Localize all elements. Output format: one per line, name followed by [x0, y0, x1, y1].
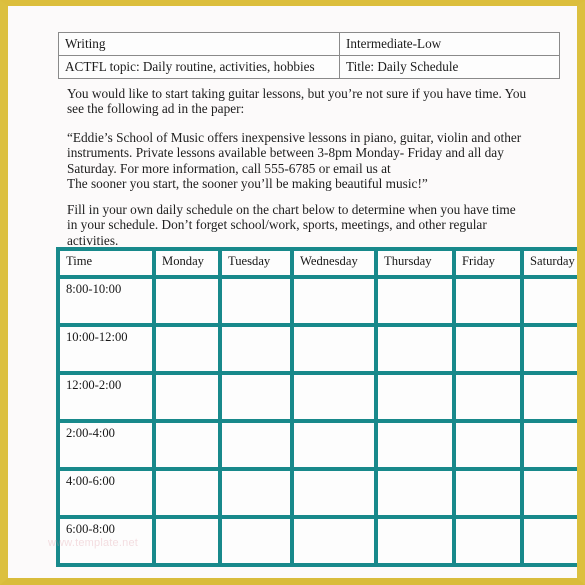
schedule-cell[interactable]: [156, 519, 222, 567]
page-frame: Writing Intermediate-Low ACTFL topic: Da…: [0, 0, 585, 585]
schedule-cell[interactable]: [456, 519, 524, 567]
schedule-cell[interactable]: [456, 327, 524, 375]
column-header-thursday: Thursday: [378, 247, 456, 279]
schedule-cell[interactable]: [524, 519, 577, 567]
schedule-cell[interactable]: [156, 423, 222, 471]
schedule-cell[interactable]: [222, 375, 294, 423]
schedule-cell[interactable]: [378, 423, 456, 471]
time-slot-label: 4:00-6:00: [56, 471, 156, 519]
weekly-schedule-table[interactable]: Time Monday Tuesday Wednesday Thursday F…: [56, 247, 577, 567]
schedule-cell[interactable]: [294, 375, 378, 423]
table-row: ACTFL topic: Daily routine, activities, …: [58, 55, 560, 79]
schedule-cell[interactable]: [156, 471, 222, 519]
schedule-cell[interactable]: [294, 471, 378, 519]
document-sheet: Writing Intermediate-Low ACTFL topic: Da…: [8, 6, 577, 578]
schedule-cell[interactable]: [524, 279, 577, 327]
schedule-cell[interactable]: [294, 423, 378, 471]
column-header-tuesday: Tuesday: [222, 247, 294, 279]
column-header-monday: Monday: [156, 247, 222, 279]
table-row: Writing Intermediate-Low: [58, 32, 560, 56]
schedule-cell[interactable]: [524, 471, 577, 519]
schedule-cell[interactable]: [222, 279, 294, 327]
table-row: 12:00-2:00: [56, 375, 577, 423]
schedule-cell[interactable]: [456, 375, 524, 423]
schedule-cell[interactable]: [378, 279, 456, 327]
schedule-cell[interactable]: [378, 327, 456, 375]
intro-paragraph: You would like to start taking guitar le…: [67, 86, 527, 117]
schedule-cell[interactable]: [222, 327, 294, 375]
table-row: 4:00-6:00: [56, 471, 577, 519]
schedule-cell[interactable]: [222, 519, 294, 567]
schedule-cell[interactable]: [156, 327, 222, 375]
schedule-cell[interactable]: [524, 375, 577, 423]
table-row: 10:00-12:00: [56, 327, 577, 375]
table-row: 6:00-8:00: [56, 519, 577, 567]
schedule-cell[interactable]: [222, 471, 294, 519]
schedule-cell[interactable]: [294, 327, 378, 375]
column-header-wednesday: Wednesday: [294, 247, 378, 279]
schedule-cell[interactable]: [456, 471, 524, 519]
table-row: 8:00-10:00: [56, 279, 577, 327]
table-row: 2:00-4:00: [56, 423, 577, 471]
schedule-header-row: Time Monday Tuesday Wednesday Thursday F…: [56, 247, 577, 279]
time-slot-label: 12:00-2:00: [56, 375, 156, 423]
schedule-cell[interactable]: [524, 423, 577, 471]
schedule-cell[interactable]: [294, 279, 378, 327]
schedule-cell[interactable]: [222, 423, 294, 471]
meta-proficiency-level: Intermediate-Low: [339, 32, 560, 56]
column-header-friday: Friday: [456, 247, 524, 279]
instruction-paragraph: Fill in your own daily schedule on the c…: [67, 202, 516, 248]
schedule-cell[interactable]: [294, 519, 378, 567]
meta-skill-label: Writing: [58, 32, 340, 56]
schedule-cell[interactable]: [456, 423, 524, 471]
time-slot-label: 10:00-12:00: [56, 327, 156, 375]
meta-info-table: Writing Intermediate-Low ACTFL topic: Da…: [58, 32, 560, 79]
column-header-saturday: Saturday: [524, 247, 577, 279]
schedule-cell[interactable]: [524, 327, 577, 375]
schedule-cell[interactable]: [378, 375, 456, 423]
schedule-cell[interactable]: [378, 471, 456, 519]
schedule-cell[interactable]: [156, 375, 222, 423]
time-slot-label: 2:00-4:00: [56, 423, 156, 471]
advertisement-quote: “Eddie’s School of Music offers inexpens…: [67, 130, 522, 191]
schedule-cell[interactable]: [456, 279, 524, 327]
time-slot-label: 6:00-8:00: [56, 519, 156, 567]
schedule-cell[interactable]: [378, 519, 456, 567]
meta-title: Title: Daily Schedule: [339, 55, 560, 79]
meta-actfl-topic: ACTFL topic: Daily routine, activities, …: [58, 55, 340, 79]
schedule-cell[interactable]: [156, 279, 222, 327]
column-header-time: Time: [56, 247, 156, 279]
time-slot-label: 8:00-10:00: [56, 279, 156, 327]
